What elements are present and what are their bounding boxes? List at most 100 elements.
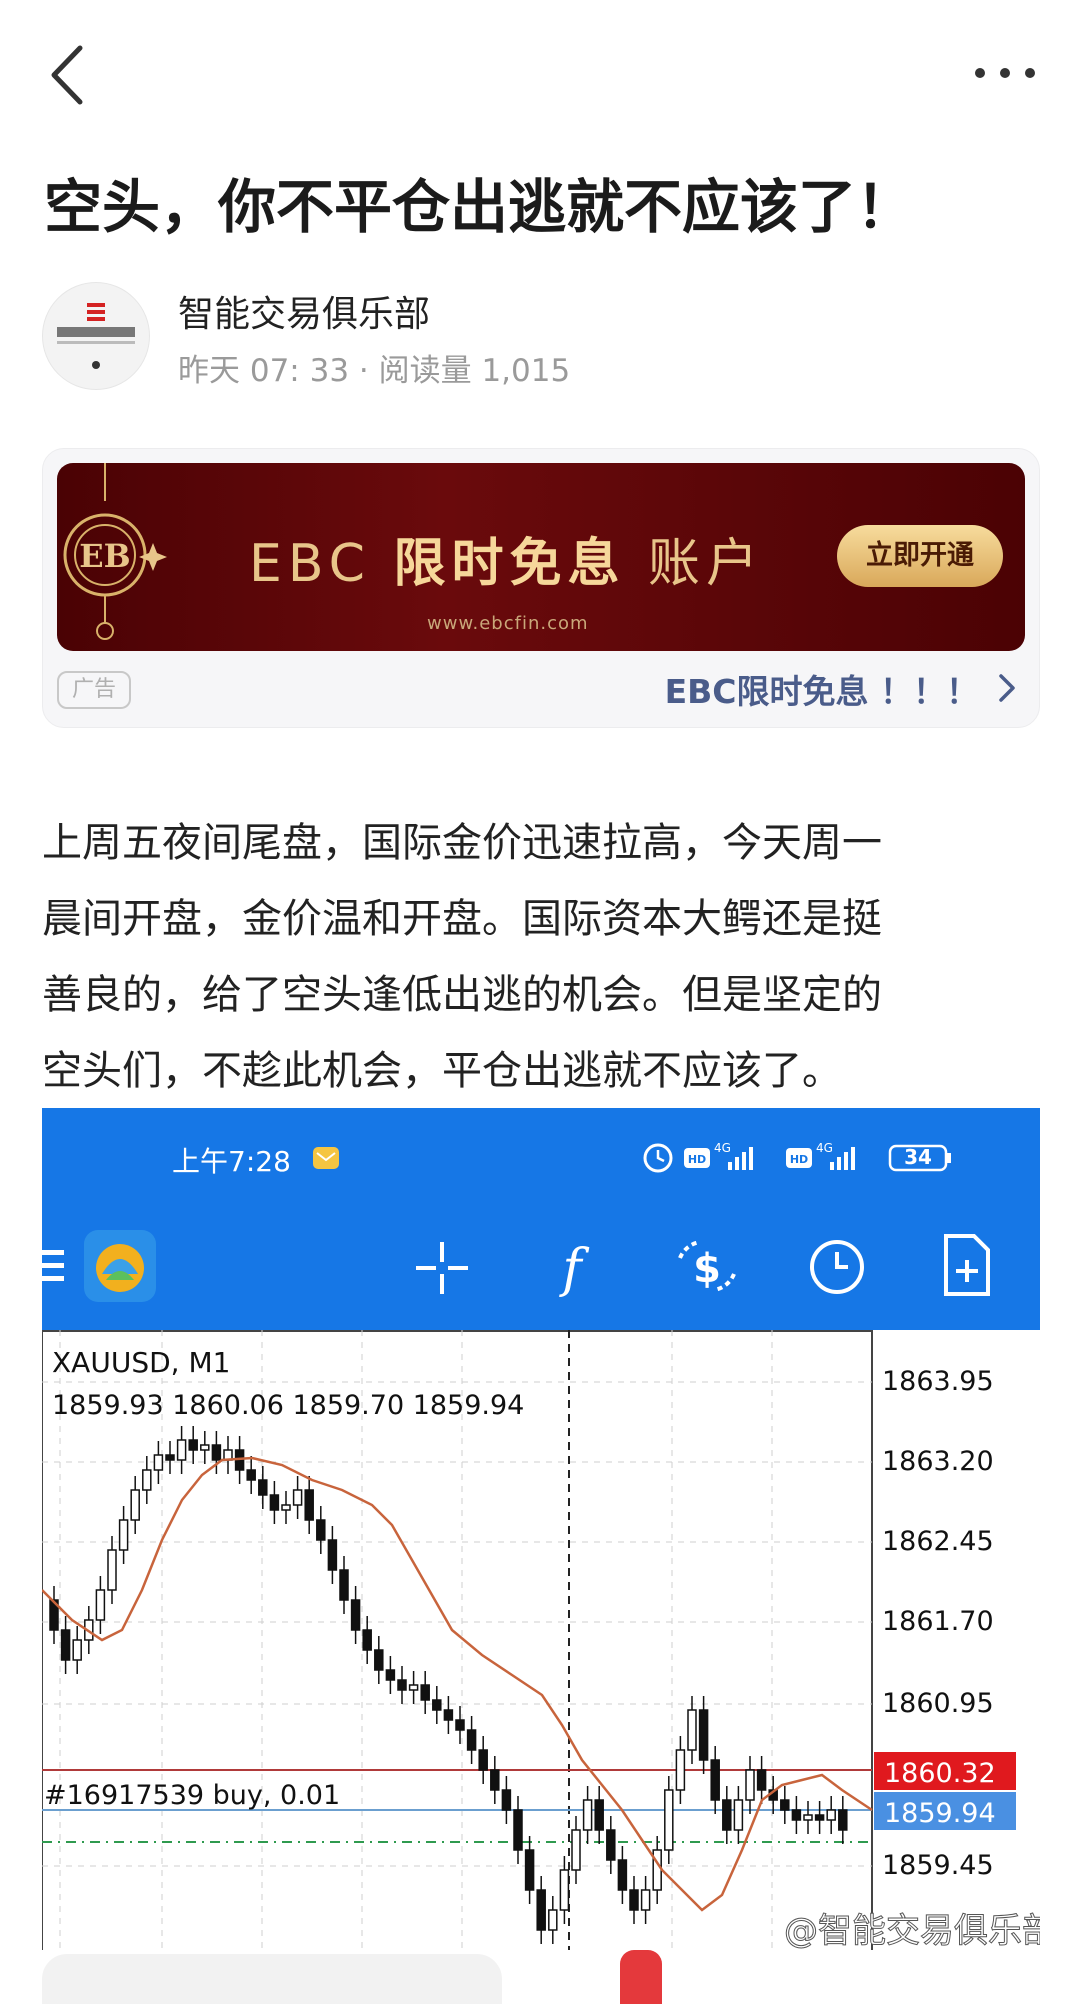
candle-body — [710, 1759, 720, 1801]
candle-body — [582, 1799, 593, 1831]
candle-body — [142, 1469, 152, 1491]
candle-body — [791, 1809, 802, 1821]
status-time: 上午7:28 — [172, 1145, 291, 1178]
crosshair-icon[interactable] — [412, 1238, 472, 1298]
candle-body — [118, 1519, 129, 1551]
ebc-logo-icon: EB — [63, 463, 167, 640]
candle-body — [780, 1799, 790, 1811]
ad-banner-bold: 限时免息 — [393, 534, 626, 594]
candle-body — [176, 1439, 187, 1461]
article-paragraph: 上周五夜间尾盘，国际金价迅速拉高，今天周一 晨间开盘，金价温和开盘。国际资本大鳄… — [42, 805, 1040, 1109]
candle-body — [269, 1494, 280, 1511]
candle-body — [292, 1489, 303, 1506]
ad-banner-text: EBC 限时免息 账户 — [249, 521, 764, 596]
candle-body — [72, 1639, 82, 1661]
chart-ohlc: 1859.93 1860.06 1859.70 1859.94 — [52, 1390, 524, 1421]
watermark: @智能交易俱乐部 — [784, 1911, 1040, 1950]
price-level: 1861.70 — [882, 1606, 994, 1637]
candle-body — [397, 1679, 407, 1691]
candle-body — [756, 1769, 767, 1791]
candle-body — [408, 1684, 419, 1691]
candle-body — [60, 1629, 71, 1661]
article-meta: 昨天 07: 33 · 阅读量 1,015 — [178, 353, 571, 389]
price-chart[interactable]: XAUUSD, M1 1859.93 1860.06 1859.70 1859.… — [42, 1330, 1040, 1950]
clock-icon[interactable] — [806, 1236, 868, 1298]
candle-body — [838, 1809, 848, 1831]
trade-icon[interactable]: $ — [672, 1234, 742, 1300]
candle-body — [675, 1749, 686, 1791]
embedded-screenshot[interactable]: 上午7:28 HD 4G HD 4G 34 f $ XAUUSD, M1 185… — [42, 1108, 1040, 1950]
red-price-text: 1860.32 — [884, 1758, 996, 1789]
candle-body — [617, 1859, 628, 1891]
ad-banner-suffix: 账户 — [625, 534, 764, 594]
notification-dot — [620, 1950, 662, 2004]
author-name[interactable]: 智能交易俱乐部 — [178, 285, 430, 337]
price-level: 1863.20 — [882, 1446, 994, 1477]
indicator-icon[interactable]: f — [542, 1236, 602, 1300]
candle-body — [258, 1479, 268, 1496]
candle-body — [443, 1709, 454, 1721]
chevron-right-icon[interactable] — [995, 673, 1019, 703]
menu-icon[interactable] — [42, 1246, 66, 1286]
candle-body — [733, 1799, 744, 1831]
candle-body — [722, 1799, 732, 1831]
candle-body — [188, 1439, 198, 1451]
open-account-button[interactable]: 立即开通 — [837, 525, 1003, 587]
author-avatar[interactable] — [42, 282, 150, 390]
candle-body — [814, 1814, 825, 1821]
ad-tag: 广告 — [57, 671, 131, 709]
candle-body — [350, 1599, 361, 1631]
mt-toolbar: f $ — [42, 1206, 1040, 1330]
paragraph-line: 善良的，给了空头逢低出逃的机会。但是坚定的 — [42, 972, 882, 1018]
candle-body — [130, 1489, 140, 1521]
paragraph-line: 上周五夜间尾盘，国际金价迅速拉高，今天周一 — [42, 820, 882, 866]
candle-body — [95, 1589, 106, 1621]
top-bar — [0, 0, 1080, 150]
candle-body — [304, 1489, 314, 1521]
candle-body — [165, 1454, 175, 1461]
ad-banner[interactable]: EB EBC 限时免息 账户 www.ebcfin.com 立即开通 — [57, 463, 1025, 651]
candle-body — [606, 1829, 616, 1861]
order-label: #16917539 buy, 0.01 — [44, 1780, 340, 1811]
candle-body — [803, 1814, 813, 1821]
article-title: 空头，你不平仓出逃就不应该了！ — [44, 173, 915, 241]
candle-body — [316, 1519, 326, 1541]
back-icon[interactable] — [40, 40, 100, 110]
candle-body — [594, 1799, 604, 1831]
price-level: 1859.45 — [882, 1850, 994, 1881]
candle-body — [640, 1889, 651, 1911]
svg-text:f: f — [558, 1239, 589, 1299]
candle-body — [652, 1849, 662, 1891]
candle-body — [571, 1829, 581, 1871]
candle-body — [420, 1684, 430, 1701]
candle-body — [559, 1869, 570, 1911]
mt-status-bar: 上午7:28 HD 4G HD 4G 34 — [42, 1108, 1040, 1206]
candle-body — [385, 1669, 396, 1681]
more-icon[interactable] — [970, 58, 1040, 88]
candle-body — [536, 1889, 546, 1931]
ad-banner-url: www.ebcfin.com — [427, 613, 589, 634]
message-icon — [313, 1147, 339, 1169]
mt-logo-icon[interactable] — [82, 1228, 158, 1304]
new-doc-icon[interactable] — [940, 1232, 994, 1298]
candle-body — [745, 1769, 755, 1801]
svg-text:$: $ — [693, 1246, 721, 1292]
paragraph-line: 空头们，不趁此机会，平仓出逃就不应该了。 — [42, 1048, 842, 1094]
candle-body — [524, 1849, 535, 1891]
price-level: 1863.95 — [882, 1366, 994, 1397]
svg-text:4G: 4G — [816, 1141, 833, 1155]
bottom-bar — [0, 1950, 1080, 2004]
ad-link[interactable]: EBC限时免息 ！！！ — [665, 665, 979, 713]
price-level: 1860.95 — [882, 1688, 994, 1719]
candle-body — [281, 1504, 291, 1511]
svg-text:EB: EB — [79, 537, 130, 575]
candle-body — [629, 1889, 639, 1911]
chart-canvas[interactable]: XAUUSD, M1 1859.93 1860.06 1859.70 1859.… — [42, 1330, 1040, 1950]
status-icons: HD 4G HD 4G — [643, 1141, 951, 1173]
avatar-logo-icon — [57, 303, 135, 369]
candle-body — [153, 1454, 164, 1471]
candle-body — [501, 1789, 512, 1811]
comment-box[interactable] — [42, 1954, 502, 2004]
candle-body — [687, 1709, 697, 1751]
ad-card[interactable]: EB EBC 限时免息 账户 www.ebcfin.com 立即开通 广告 EB… — [42, 448, 1040, 728]
